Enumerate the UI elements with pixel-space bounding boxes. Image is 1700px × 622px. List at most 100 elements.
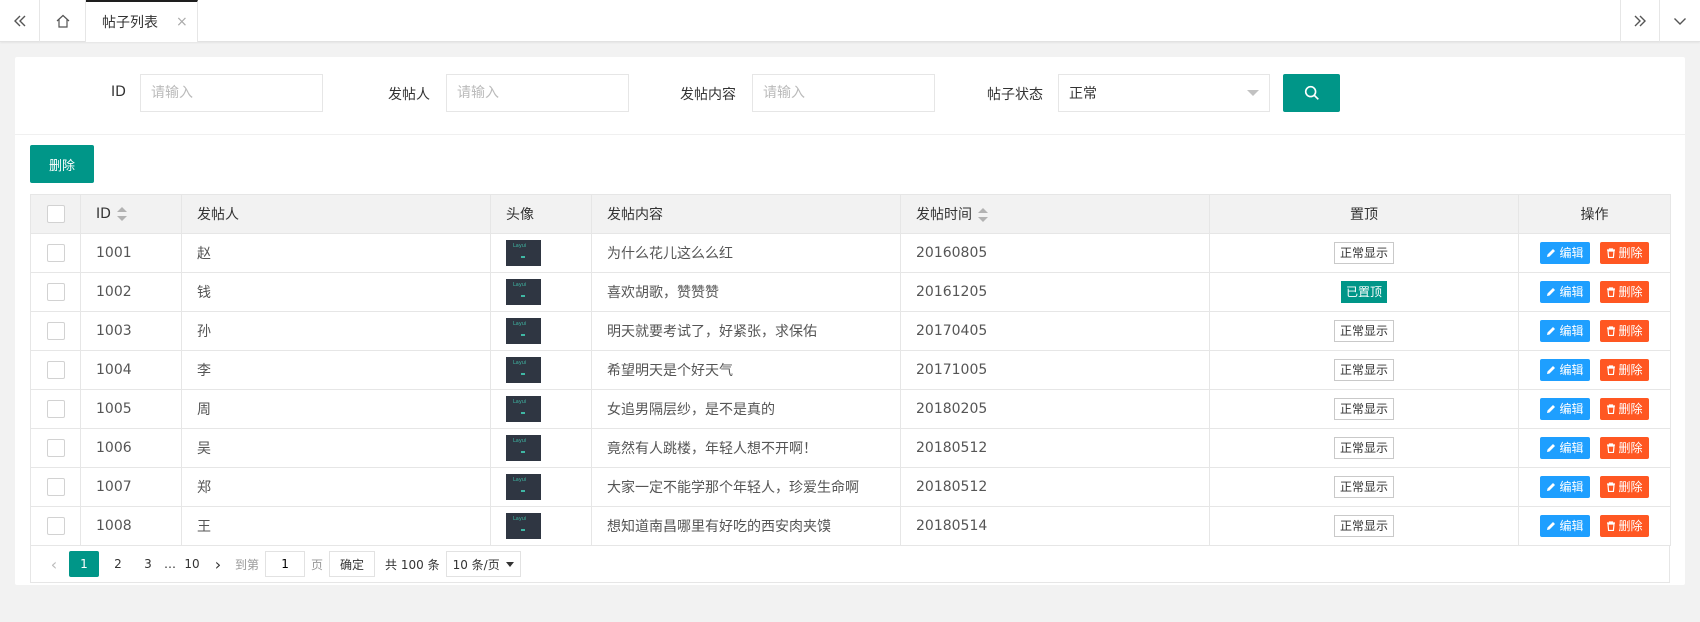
cell-poster: 钱: [181, 272, 491, 312]
id-input[interactable]: [140, 74, 323, 112]
delete-button[interactable]: 删除: [1599, 359, 1649, 381]
next-page-icon[interactable]: ›: [207, 555, 229, 574]
cell-poster: 王: [181, 506, 491, 546]
caret-down-icon: [1247, 90, 1259, 96]
cell-id: 1008: [80, 506, 182, 546]
edit-label: 编辑: [1559, 285, 1584, 299]
row-checkbox[interactable]: [46, 400, 65, 418]
page-2[interactable]: 2: [103, 557, 133, 571]
edit-label: 编辑: [1559, 441, 1584, 455]
cell-time: 20180205: [900, 389, 1210, 429]
edit-label: 编辑: [1559, 519, 1584, 533]
prev-page-icon[interactable]: ‹: [43, 555, 65, 574]
avatar: Layui: [506, 279, 541, 305]
close-icon[interactable]: ×: [176, 14, 188, 30]
row-checkbox[interactable]: [46, 439, 65, 457]
delete-button[interactable]: 删除: [1599, 476, 1649, 498]
col-time[interactable]: 发帖时间: [900, 194, 1210, 234]
cell-top: 正常显示: [1209, 506, 1519, 546]
cell-ops: 编辑 删除: [1518, 428, 1671, 468]
avatar-logo-text: Layui: [513, 438, 527, 444]
double-chevron-right-icon[interactable]: [1620, 0, 1660, 42]
content-input[interactable]: [752, 74, 935, 112]
normal-badge: 正常显示: [1333, 242, 1394, 264]
cell-poster: 孙: [181, 311, 491, 351]
edit-button[interactable]: 编辑: [1540, 515, 1590, 537]
trash-icon: [1606, 246, 1619, 260]
row-checkbox[interactable]: [46, 361, 65, 379]
goto-confirm-button[interactable]: 确定: [329, 551, 376, 577]
edit-button[interactable]: 编辑: [1540, 476, 1590, 498]
select-all-checkbox[interactable]: [46, 205, 65, 223]
chevron-down-icon[interactable]: [1660, 0, 1700, 42]
edit-button[interactable]: 编辑: [1540, 281, 1590, 303]
poster-input[interactable]: [446, 74, 629, 112]
row-checkbox[interactable]: [46, 244, 65, 262]
col-id[interactable]: ID: [80, 194, 182, 234]
edit-button[interactable]: 编辑: [1540, 437, 1590, 459]
cell-time: 20171005: [900, 350, 1210, 390]
normal-badge: 正常显示: [1333, 437, 1394, 459]
row-select-cell: [30, 350, 81, 390]
cell-poster: 吴: [181, 428, 491, 468]
cell-content: 明天就要考试了，好紧张，求保佑: [591, 311, 901, 351]
avatar: Layui: [506, 474, 541, 500]
edit-button[interactable]: 编辑: [1540, 359, 1590, 381]
delete-button[interactable]: 删除: [1599, 398, 1649, 420]
page-current[interactable]: 1: [69, 551, 99, 577]
cell-ops: 编辑 删除: [1518, 311, 1671, 351]
delete-button[interactable]: 删除: [1599, 281, 1649, 303]
avatar-logo-text: Layui: [513, 282, 527, 288]
cell-top: 正常显示: [1209, 428, 1519, 468]
cell-avatar: Layui: [490, 428, 592, 468]
delete-button[interactable]: 删除: [1599, 242, 1649, 264]
edit-icon: [1546, 480, 1559, 494]
cell-content: 女追男隔层纱，是不是真的: [591, 389, 901, 429]
page-size-select[interactable]: 10 条/页: [445, 551, 521, 577]
normal-badge: 正常显示: [1333, 320, 1394, 342]
edit-button[interactable]: 编辑: [1540, 242, 1590, 264]
sort-icon[interactable]: [978, 208, 988, 222]
avatar-logo-text: Layui: [513, 477, 527, 483]
row-select-cell: [30, 272, 81, 312]
home-icon[interactable]: [40, 0, 86, 42]
edit-icon: [1546, 363, 1559, 377]
row-checkbox[interactable]: [46, 478, 65, 496]
search-button[interactable]: [1283, 74, 1340, 112]
avatar-logo-text: Layui: [513, 321, 527, 327]
row-select-cell: [30, 506, 81, 546]
row-checkbox[interactable]: [46, 283, 65, 301]
table-row: 1006 吴 Layui 竟然有人跳楼，年轻人想不开啊！ 20180512 正常…: [30, 428, 1671, 468]
delete-button[interactable]: 删除: [1599, 320, 1649, 342]
goto-suffix: 页: [311, 557, 324, 572]
cell-top: 已置顶: [1209, 272, 1519, 312]
cell-avatar: Layui: [490, 389, 592, 429]
batch-delete-button[interactable]: 删除: [30, 145, 94, 183]
poster-label: 发帖人: [388, 87, 430, 103]
double-chevron-left-icon[interactable]: [0, 0, 40, 42]
normal-badge: 正常显示: [1333, 515, 1394, 537]
trash-icon: [1606, 441, 1619, 455]
row-checkbox[interactable]: [46, 322, 65, 340]
goto-page-input[interactable]: [265, 551, 306, 577]
cell-time: 20180514: [900, 506, 1210, 546]
page-3[interactable]: 3: [133, 557, 163, 571]
cell-id: 1007: [80, 467, 182, 507]
status-select[interactable]: 正常: [1058, 74, 1270, 112]
page-last[interactable]: 10: [177, 557, 207, 571]
table-row: 1007 郑 Layui 大家一定不能学那个年轻人，珍爱生命啊 20180512…: [30, 467, 1671, 507]
row-select-cell: [30, 428, 81, 468]
cell-avatar: Layui: [490, 311, 592, 351]
col-top: 置顶: [1209, 194, 1519, 234]
delete-button[interactable]: 删除: [1599, 437, 1649, 459]
edit-button[interactable]: 编辑: [1540, 320, 1590, 342]
delete-label: 删除: [1618, 402, 1643, 416]
cell-time: 20160805: [900, 233, 1210, 273]
edit-button[interactable]: 编辑: [1540, 398, 1590, 420]
tab-bar: 帖子列表 ×: [0, 0, 1700, 42]
cell-avatar: Layui: [490, 272, 592, 312]
tab-post-list[interactable]: 帖子列表 ×: [86, 0, 198, 42]
delete-button[interactable]: 删除: [1599, 515, 1649, 537]
row-checkbox[interactable]: [46, 517, 65, 535]
sort-icon[interactable]: [116, 207, 127, 221]
